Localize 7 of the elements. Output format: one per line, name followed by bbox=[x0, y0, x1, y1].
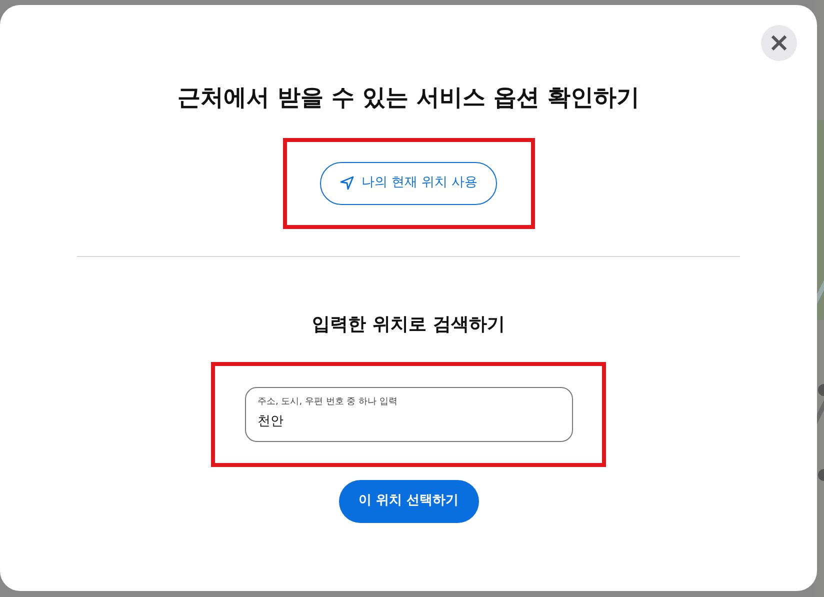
dialog-title: 근처에서 받을 수 있는 서비스 옵션 확인하기 bbox=[177, 84, 640, 113]
section-title: 입력한 위치로 검색하기 bbox=[312, 312, 505, 337]
select-location-button[interactable]: 이 위치 선택하기 bbox=[338, 480, 478, 523]
use-location-button[interactable]: 나의 현재 위치 사용 bbox=[320, 162, 497, 205]
navigation-arrow-icon bbox=[339, 175, 356, 192]
close-button[interactable]: × bbox=[761, 25, 797, 61]
field-label: 주소, 도시, 우편 번호 중 하나 입력 bbox=[258, 396, 398, 408]
